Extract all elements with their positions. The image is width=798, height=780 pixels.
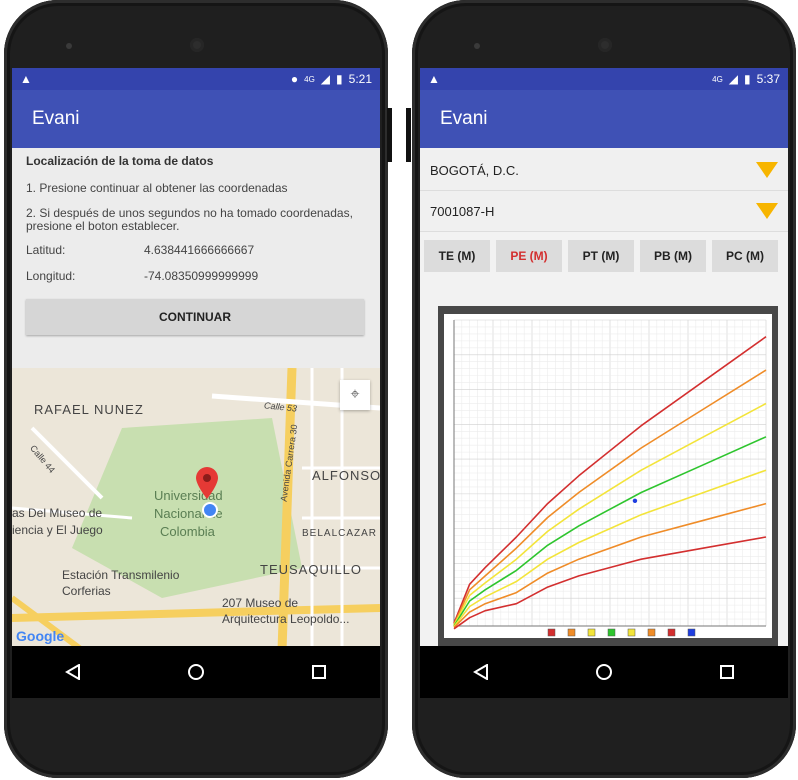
back-icon bbox=[473, 664, 489, 680]
tab-te[interactable]: TE (M) bbox=[424, 240, 490, 272]
warning-icon: ▲ bbox=[20, 72, 32, 86]
tab-pt[interactable]: PT (M) bbox=[568, 240, 634, 272]
legend-swatch-4 bbox=[607, 628, 616, 637]
dropdown-arrow-icon bbox=[756, 162, 778, 178]
code-select[interactable]: 7001087-H bbox=[420, 191, 788, 232]
recents-icon bbox=[719, 665, 734, 679]
continue-button[interactable]: CONTINUAR bbox=[26, 299, 364, 335]
phone-frame-left: ▲ ● 4G ◢ ▮ 5:21 Evani Localización de la… bbox=[4, 0, 392, 778]
recents-button[interactable] bbox=[707, 657, 747, 687]
legend-swatch-3 bbox=[587, 628, 596, 637]
status-bar: ▲ ● 4G ◢ ▮ 5:21 bbox=[12, 68, 380, 90]
growth-chart-frame bbox=[438, 306, 778, 646]
screen-location: ▲ ● 4G ◢ ▮ 5:21 Evani Localización de la… bbox=[12, 68, 380, 698]
map-label-arq-1: 207 Museo de bbox=[222, 596, 299, 610]
dropdown-arrow-icon bbox=[756, 203, 778, 219]
legend-swatch-6 bbox=[647, 628, 656, 637]
legend-swatch-5 bbox=[627, 628, 636, 637]
google-logo: Google bbox=[16, 628, 65, 644]
battery-icon: ▮ bbox=[744, 72, 751, 86]
map-label-museo-2: iencia y El Juego bbox=[12, 523, 103, 537]
back-button[interactable] bbox=[53, 657, 93, 687]
proximity-sensor bbox=[66, 43, 72, 49]
instruction-1: 1. Presione continuar al obtener las coo… bbox=[26, 181, 288, 195]
home-button[interactable] bbox=[584, 657, 624, 687]
crosshair-icon: ⌖ bbox=[350, 386, 360, 403]
status-time: 5:21 bbox=[348, 72, 372, 86]
home-icon bbox=[187, 664, 204, 680]
battery-icon: ▮ bbox=[336, 72, 343, 86]
network-label: 4G bbox=[304, 74, 315, 84]
latitude-value: 4.638441666666667 bbox=[144, 243, 255, 257]
tab-pe[interactable]: PE (M) bbox=[496, 240, 562, 272]
city-select-value: BOGOTÁ, D.C. bbox=[430, 162, 519, 178]
nav-bar bbox=[420, 646, 788, 698]
map-label-arq-2: Arquitectura Leopoldo... bbox=[222, 612, 350, 626]
map-label-transmilenio-2: Corferias bbox=[62, 584, 111, 598]
signal-icon: ◢ bbox=[728, 72, 739, 86]
back-button[interactable] bbox=[461, 657, 501, 687]
power-button bbox=[387, 108, 392, 162]
nav-bar bbox=[12, 646, 380, 698]
city-select[interactable]: BOGOTÁ, D.C. bbox=[420, 150, 788, 191]
longitude-value: -74.08350999999999 bbox=[144, 269, 259, 283]
longitude-label: Longitud: bbox=[26, 269, 76, 283]
data-point-1 bbox=[632, 498, 638, 504]
front-camera bbox=[598, 38, 612, 52]
form-heading: Localización de la toma de datos bbox=[26, 154, 214, 168]
home-button[interactable] bbox=[176, 657, 216, 687]
map-view[interactable]: ⌖ RAFAEL NUNEZ Calle 53 Calle 44 ALFONSO… bbox=[12, 368, 380, 650]
map-label-museo-1: as Del Museo de bbox=[12, 506, 103, 520]
signal-icon: ◢ bbox=[320, 72, 331, 86]
current-position-dot bbox=[202, 502, 218, 518]
tab-pc[interactable]: PC (M) bbox=[712, 240, 778, 272]
location-form: Localización de la toma de datos 1. Pres… bbox=[12, 148, 380, 335]
my-location-button[interactable]: ⌖ bbox=[340, 380, 370, 410]
legend-swatch-2 bbox=[567, 628, 576, 637]
code-select-value: 7001087-H bbox=[430, 203, 495, 219]
map-label-teusaquillo: TEUSAQUILLO bbox=[260, 562, 363, 577]
app-bar: Evani bbox=[12, 90, 380, 148]
status-bar: ▲ 4G ◢ ▮ 5:37 bbox=[420, 68, 788, 90]
legend-swatch-8 bbox=[687, 628, 696, 637]
measure-tabs: TE (M) PE (M) PT (M) PB (M) PC (M) bbox=[420, 232, 788, 280]
latitude-row: Latitud: 4.638441666666667 bbox=[26, 237, 368, 263]
legend-swatch-1 bbox=[547, 628, 556, 637]
map-label-belalcazar: BELALCAZAR bbox=[302, 528, 378, 539]
app-title: Evani bbox=[32, 108, 80, 129]
instruction-2: 2. Si después de unos segundos no ha tom… bbox=[26, 206, 353, 233]
power-button bbox=[406, 108, 411, 162]
map-label-transmilenio-1: Estación Transmilenio bbox=[62, 568, 180, 582]
longitude-row: Longitud: -74.08350999999999 bbox=[26, 263, 368, 289]
screen-growth-chart: ▲ 4G ◢ ▮ 5:37 Evani BOGOTÁ, D.C. 7001087… bbox=[420, 68, 788, 698]
app-title: Evani bbox=[440, 108, 488, 129]
warning-icon: ▲ bbox=[428, 72, 440, 86]
location-pin-icon: ● bbox=[290, 72, 299, 86]
latitude-label: Latitud: bbox=[26, 243, 66, 257]
home-icon bbox=[595, 664, 612, 680]
map-label-rafael: RAFAEL NUNEZ bbox=[34, 402, 144, 417]
status-time: 5:37 bbox=[756, 72, 780, 86]
map-label-alfonso: ALFONSO bbox=[312, 468, 380, 483]
tab-pb[interactable]: PB (M) bbox=[640, 240, 706, 272]
recents-icon bbox=[311, 665, 326, 679]
app-bar: Evani bbox=[420, 90, 788, 148]
back-icon bbox=[65, 664, 81, 680]
network-label: 4G bbox=[712, 74, 723, 84]
proximity-sensor bbox=[474, 43, 480, 49]
growth-chart bbox=[444, 314, 772, 638]
legend-swatch-7 bbox=[667, 628, 676, 637]
map-label-universidad-3: Colombia bbox=[160, 524, 215, 539]
front-camera bbox=[190, 38, 204, 52]
recents-button[interactable] bbox=[299, 657, 339, 687]
location-marker-icon bbox=[196, 467, 218, 499]
phone-frame-right: ▲ 4G ◢ ▮ 5:37 Evani BOGOTÁ, D.C. 7001087… bbox=[406, 0, 796, 778]
